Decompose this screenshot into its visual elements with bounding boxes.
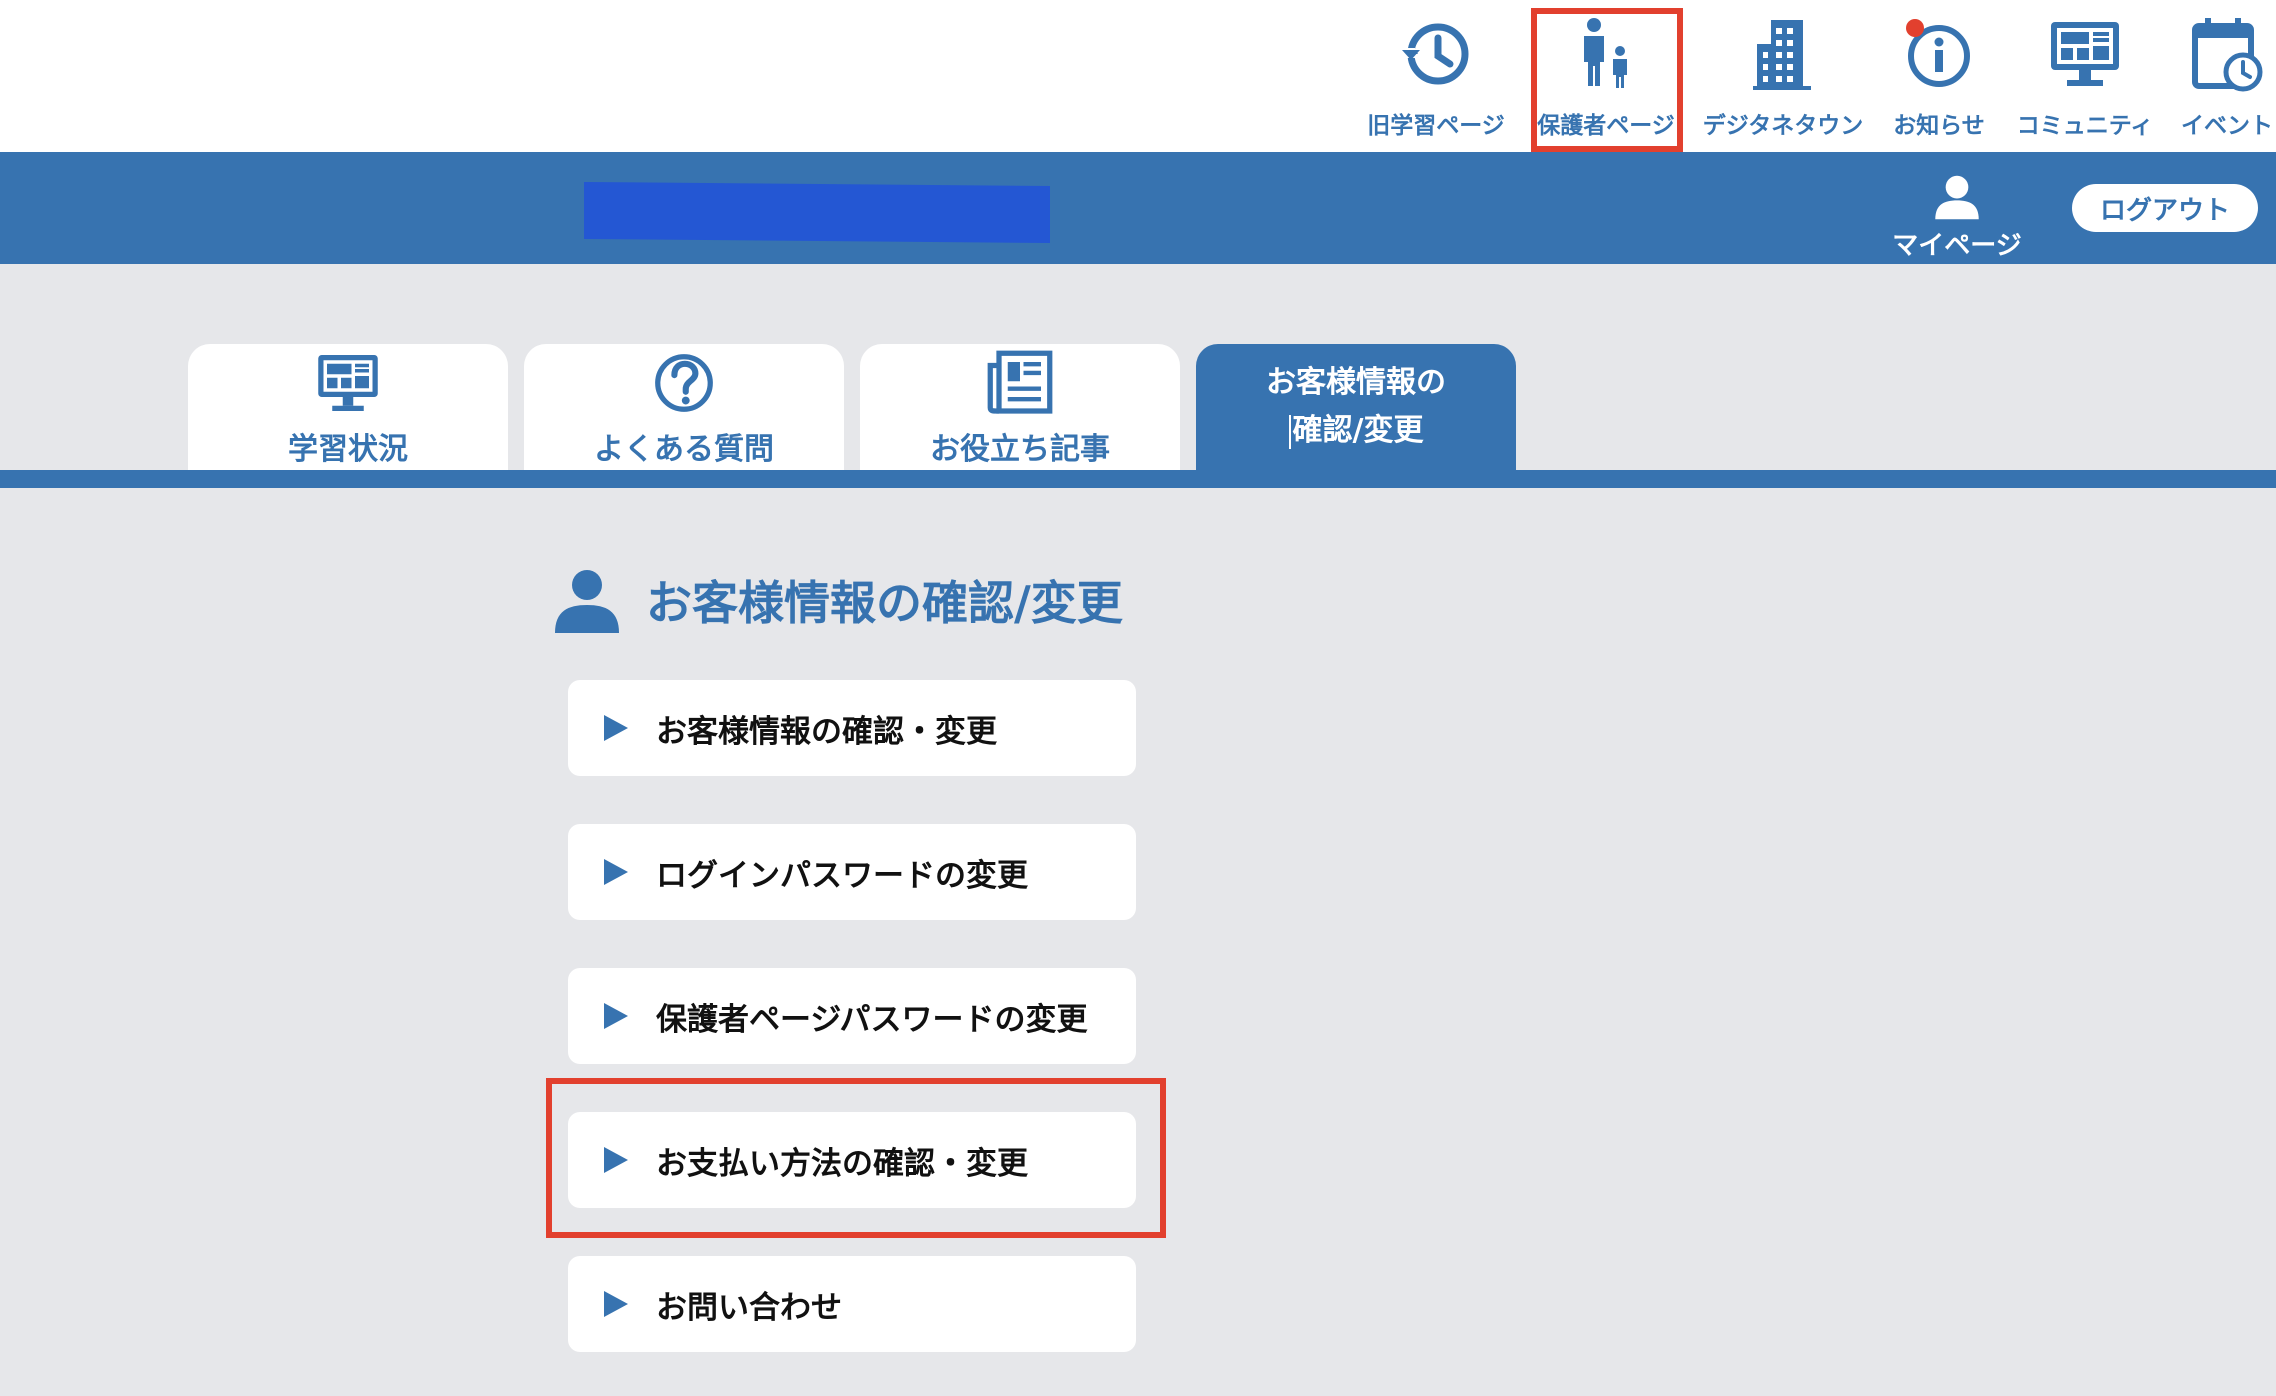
- redacted-username: [584, 181, 1050, 244]
- nav-digitane-town[interactable]: デジタネタウン: [1703, 14, 1863, 144]
- tab-learning-status[interactable]: 学習状況: [188, 344, 508, 470]
- info-icon: [1906, 19, 1970, 87]
- history-icon: [1401, 23, 1469, 85]
- tab-label-line1: お客様情報の: [1266, 365, 1446, 400]
- nav-label: コミュニティ: [2016, 113, 2154, 139]
- menu-item-contact[interactable]: お問い合わせ: [568, 1256, 1136, 1352]
- highlight-box-parent-page: [1531, 8, 1683, 152]
- menu-item-label: お客様情報の確認・変更: [656, 713, 997, 750]
- menu-item-parent-page-password[interactable]: 保護者ページパスワードの変更: [568, 968, 1136, 1064]
- building-icon: [1753, 20, 1811, 90]
- text-cursor: [1288, 414, 1291, 449]
- nav-old-learning-page[interactable]: 旧学習ページ: [1361, 14, 1511, 144]
- menu-item-label: お問い合わせ: [656, 1289, 842, 1326]
- nav-label: デジタネタウン: [1702, 113, 1864, 139]
- tab-label: 学習状況: [288, 432, 408, 467]
- tab-label: お客様情報の 確認/変更: [1266, 359, 1446, 455]
- arrow-right-icon: [604, 859, 628, 885]
- menu-item-customer-info[interactable]: お客様情報の確認・変更: [568, 680, 1136, 776]
- logout-button[interactable]: ログアウト: [2072, 184, 2258, 232]
- user-icon: [1935, 175, 1979, 220]
- mypage-label: マイページ: [1892, 231, 2022, 261]
- notification-dot: [1906, 19, 1924, 37]
- nav-community[interactable]: コミュニティ: [2010, 14, 2160, 144]
- tab-underline: [0, 470, 2276, 488]
- monitor-icon: [318, 355, 378, 411]
- section-title: お客様情報の確認/変更: [646, 576, 1123, 630]
- tab-label: よくある質問: [594, 432, 774, 467]
- tab-faq[interactable]: よくある質問: [524, 344, 844, 470]
- tab-useful-articles[interactable]: お役立ち記事: [860, 344, 1180, 470]
- monitor-icon: [2051, 22, 2119, 86]
- tab-customer-info[interactable]: お客様情報の 確認/変更: [1196, 344, 1516, 470]
- highlight-box-payment-method: [546, 1078, 1166, 1238]
- nav-label: イベント: [2181, 113, 2273, 139]
- section-heading: お客様情報の確認/変更: [552, 560, 1123, 640]
- nav-label: 旧学習ページ: [1367, 113, 1505, 139]
- menu-item-label: ログインパスワードの変更: [656, 857, 1028, 894]
- nav-label: お知らせ: [1893, 113, 1985, 139]
- nav-news[interactable]: お知らせ: [1864, 14, 2014, 144]
- menu-item-login-password[interactable]: ログインパスワードの変更: [568, 824, 1136, 920]
- arrow-right-icon: [604, 1003, 628, 1029]
- user-icon: [555, 570, 619, 633]
- question-icon: [655, 354, 713, 412]
- tab-label-line2: 確認/変更: [1292, 413, 1424, 448]
- nav-event[interactable]: イベント: [2152, 14, 2276, 144]
- calendar-clock-icon: [2192, 18, 2263, 92]
- arrow-right-icon: [604, 1291, 628, 1317]
- top-nav-bar: 旧学習ページ 保護者ページ デジタネタウン お知らせ コミュニティ イベント: [0, 0, 2276, 152]
- newspaper-icon: [987, 350, 1053, 414]
- tab-label: お役立ち記事: [930, 432, 1110, 467]
- tab-label-line2-wrap: 確認/変更: [1266, 407, 1446, 455]
- arrow-right-icon: [604, 715, 628, 741]
- mypage-button[interactable]: マイページ: [1882, 172, 2032, 262]
- menu-item-label: 保護者ページパスワードの変更: [656, 1001, 1088, 1038]
